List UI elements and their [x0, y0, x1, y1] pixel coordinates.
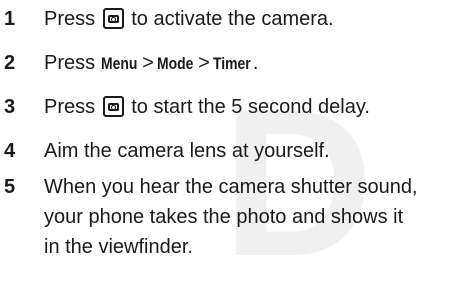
step-text-after: to start the 5 second delay. [131, 96, 370, 118]
step-text: Press to activate the camera. [44, 4, 459, 34]
step-text-line: in the viewfinder. [44, 236, 193, 258]
step-text-before: Press [44, 96, 96, 118]
step-text: When you hear the camera shutter sound, … [44, 172, 459, 262]
step-text: Press to start the 5 second delay. [44, 92, 459, 122]
step-text: Aim the camera lens at yourself. [44, 140, 330, 162]
step-number: 3 [4, 96, 16, 118]
menu-separator: > [142, 52, 154, 74]
timer-key-label: Timer [212, 54, 251, 73]
step-text-after: to activate the camera. [131, 8, 334, 30]
step-text-after: . [252, 52, 259, 74]
step-number: 5 [4, 176, 16, 198]
step-number: 2 [4, 52, 16, 74]
step-text-line: your phone takes the photo and shows it [44, 206, 404, 228]
camera-key-icon [102, 96, 124, 117]
step-text-line: When you hear the camera shutter sound, [44, 176, 418, 198]
step-number: 1 [4, 8, 16, 30]
menu-separator: > [198, 52, 210, 74]
step-text-before: Press [44, 52, 96, 74]
mode-key-label: Mode [156, 54, 194, 73]
camera-key-icon [102, 8, 124, 29]
step-text-before: Press [44, 8, 96, 30]
menu-key-label: Menu [100, 54, 138, 73]
step-text: Press Menu > Mode > Timer. [44, 48, 459, 79]
step-number: 4 [4, 140, 16, 162]
